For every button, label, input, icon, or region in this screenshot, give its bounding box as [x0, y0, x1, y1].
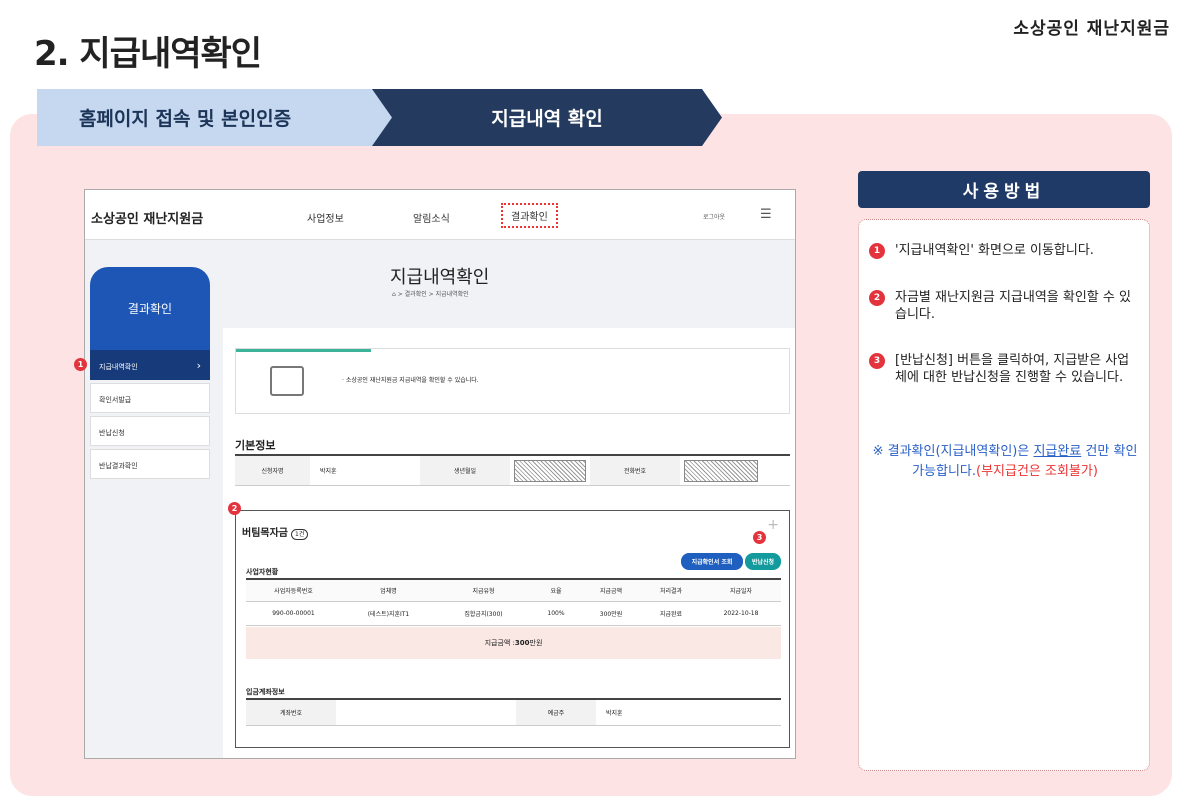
info-text: · 소상공인 재난지원금 지급내역을 확인할 수 있습니다. [342, 377, 479, 384]
nav-business[interactable]: 사업정보 [307, 210, 344, 225]
cell-amount: 300만원 [599, 611, 623, 618]
how-text-1: '지급내역확인' 화면으로 이동합니다. [895, 243, 1094, 258]
phone-value-masked [684, 460, 758, 482]
how-text-2: 자금별 재난지원금 지급내역을 확인할 수 있습니다. [895, 290, 1131, 322]
screenshot-frame: 소상공인 재난지원금 사업정보 알림소식 결과확인 로그아웃 ☰ 결과확인 지급… [84, 189, 796, 759]
birth-label: 생년월일 [420, 456, 510, 485]
sidebar-item-certificate[interactable]: 확인서발급 [90, 383, 210, 413]
col-amount: 지급금액 [599, 588, 623, 595]
sidebar-item-payment[interactable]: 지급내역확인 [90, 350, 210, 380]
applicant-value: 박지훈 [320, 468, 337, 475]
birth-value-masked [514, 460, 586, 482]
fund-title-text: 버팀목자금 [242, 528, 288, 539]
step-2-label: 지급내역 확인 [491, 108, 603, 130]
total-unit: 만원 [529, 639, 543, 647]
sidebar-item-return[interactable]: 반납신청 [90, 416, 210, 446]
step-1-label: 홈페이지 접속 및 본인인증 [78, 108, 292, 130]
how-to-box: 1 '지급내역확인' 화면으로 이동합니다. 2 자금별 재난지원금 지급내역을… [858, 219, 1150, 771]
table-header-row: 사업자등록번호 업체명 지급유형 요율 지급금액 처리결과 지급일자 [246, 578, 781, 602]
note-part-d: (부지급건은 조회불가) [976, 464, 1098, 479]
expand-icon[interactable]: + [767, 517, 779, 533]
cell-biz-no: 990-00-00001 [272, 610, 315, 617]
nav-notice[interactable]: 알림소식 [413, 210, 450, 225]
how-item-3: 3 [반납신청] 버튼을 클릭하여, 지급받은 사업체에 대한 반납신청을 진행… [869, 352, 1135, 386]
cell-date: 2022-10-18 [723, 610, 759, 617]
fund-title[interactable]: 버팀목자금 1건 [242, 524, 309, 540]
callout-3: 3 [753, 531, 766, 544]
cell-rate: 100% [547, 610, 565, 617]
account-title: 입금계좌정보 [246, 688, 285, 696]
how-num-2: 2 [869, 290, 885, 306]
laptop-icon [270, 366, 304, 396]
basic-info-title: 기본정보 [235, 439, 276, 452]
account-row: 계좌번호 예금주 박지훈 [246, 698, 781, 726]
step-1: 홈페이지 접속 및 본인인증 [37, 89, 393, 146]
nav-result[interactable]: 결과확인 [501, 203, 558, 228]
how-item-2: 2 자금별 재난지원금 지급내역을 확인할 수 있습니다. [869, 289, 1137, 323]
applicant-label: 신청자명 [235, 456, 310, 485]
cell-result: 지급완료 [659, 611, 683, 618]
menu-icon[interactable]: ☰ [760, 207, 772, 222]
total-value: 300 [514, 639, 530, 647]
phone-label: 전화번호 [590, 456, 680, 485]
col-type: 지급유형 [472, 588, 495, 595]
col-company: 업체명 [380, 588, 397, 595]
page-title: 2. 지급내역확인 [34, 34, 262, 74]
sidebar-title: 결과확인 [90, 267, 210, 350]
how-num-1: 1 [869, 243, 885, 259]
info-accent-bar [236, 349, 371, 352]
account-value [336, 700, 516, 725]
sidebar-item-return-result[interactable]: 반납결과확인 [90, 449, 210, 479]
logout-link[interactable]: 로그아웃 [703, 212, 725, 221]
how-num-3: 3 [869, 353, 885, 369]
inner-page-title: 지급내역확인 [390, 267, 490, 288]
cert-view-button[interactable]: 지급확인서 조회 [681, 553, 743, 570]
callout-2: 2 [228, 502, 241, 515]
fund-count-badge: 1건 [291, 529, 309, 540]
col-date: 지급일자 [729, 588, 753, 595]
payment-table: 사업자등록번호 업체명 지급유형 요율 지급금액 처리결과 지급일자 990-0… [246, 578, 781, 626]
col-biz-no: 사업자등록번호 [274, 588, 313, 595]
return-request-button[interactable]: 반납신청 [745, 553, 781, 570]
note-part-a: ※ 결과확인(지급내역확인)은 [872, 444, 1034, 459]
step-2: 지급내역 확인 [372, 89, 722, 146]
total-label: 지급금액 : [484, 639, 515, 647]
top-nav: 소상공인 재난지원금 사업정보 알림소식 결과확인 로그아웃 ☰ [85, 190, 795, 240]
callout-1: 1 [74, 358, 87, 371]
business-status-title: 사업자현황 [246, 568, 279, 576]
info-box: · 소상공인 재난지원금 지급내역을 확인할 수 있습니다. [235, 348, 790, 414]
total-amount: 지급금액 :300 만원 [246, 627, 781, 659]
how-item-1: 1 '지급내역확인' 화면으로 이동합니다. [869, 242, 1144, 259]
account-label: 계좌번호 [246, 700, 336, 725]
fund-panel: 버팀목자금 1건 + 사업자현황 지급확인서 조회 반납신청 사업자등록번호 업체… [235, 510, 790, 748]
brand-label: 소상공인 재난지원금 [1013, 19, 1170, 39]
note-part-b: 지급완료 [1033, 444, 1082, 459]
inner-breadcrumb: ⌂ > 결과확인 > 지급내역확인 [392, 291, 469, 298]
how-to-title: 사용방법 [858, 171, 1150, 208]
cell-type: 집합금지(300) [464, 611, 503, 618]
how-note: ※ 결과확인(지급내역확인)은 지급완료 건만 확인 가능합니다.(부지급건은 … [867, 442, 1143, 482]
holder-value: 박지훈 [606, 710, 623, 717]
site-logo[interactable]: 소상공인 재난지원금 [91, 208, 203, 227]
basic-info-row: 신청자명 박지훈 생년월일 전화번호 [235, 454, 790, 486]
holder-label: 예금주 [516, 700, 596, 725]
how-text-3: [반납신청] 버튼을 클릭하여, 지급받은 사업체에 대한 반납신청을 진행할 … [895, 353, 1130, 385]
col-result: 처리결과 [659, 588, 683, 595]
col-rate: 요율 [550, 588, 562, 595]
table-row: 990-00-00001 (테스트)지훈IT1 집합금지(300) 100% 3… [246, 602, 781, 626]
cell-company: (테스트)지훈IT1 [367, 611, 410, 618]
